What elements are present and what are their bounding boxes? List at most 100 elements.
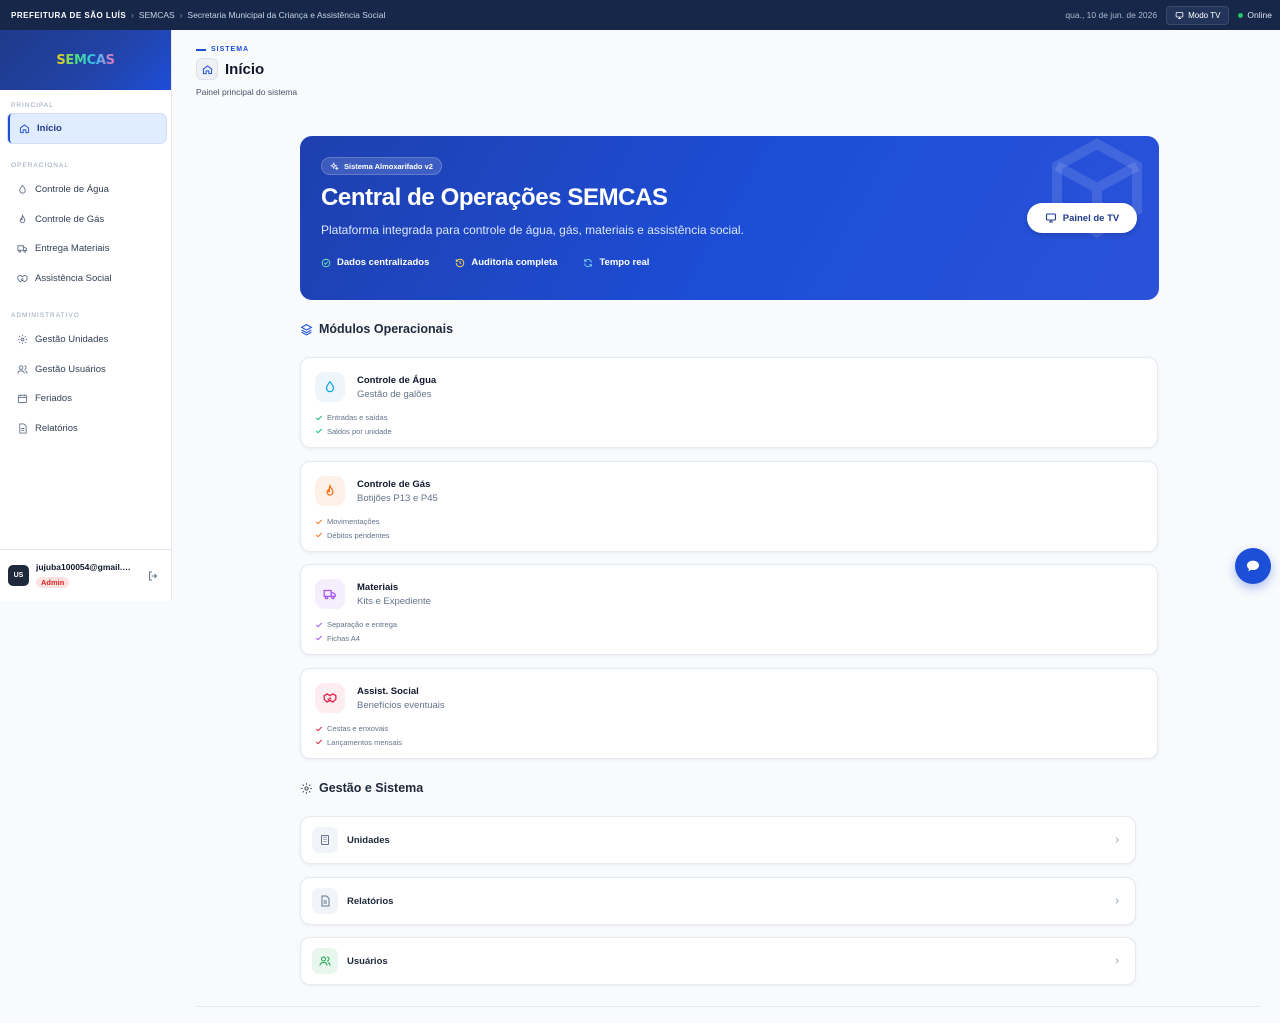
calendar-icon: [17, 394, 28, 404]
file-icon: [19, 423, 27, 434]
management-row-usuarios[interactable]: Usuários: [300, 937, 1136, 985]
module-subtitle: Kits e Expediente: [357, 596, 431, 607]
chat-button[interactable]: [1235, 548, 1271, 584]
truck-icon: [323, 589, 336, 600]
module-features: Entradas e saídas Saldos por unidade: [315, 411, 392, 438]
check-icon: [315, 519, 323, 525]
title-row: Início: [196, 58, 297, 80]
check-icon: [315, 532, 323, 538]
module-features: Movimentações Débitos pendentes: [315, 515, 390, 542]
module-feature: Separação e entrega: [315, 618, 397, 632]
feature-auditoria-completa: Auditoria completa: [455, 257, 557, 268]
semcas-logo: SEMCAS: [56, 52, 115, 68]
sidebar-item-label: Início: [37, 123, 62, 134]
sidebar-item-label: Entrega Materiais: [35, 243, 110, 254]
modules-heading: Módulos Operacionais: [300, 322, 453, 336]
home-tile: [196, 58, 218, 80]
breadcrumb-org: PREFEITURA DE SÃO LUÍS: [11, 10, 127, 20]
module-title: Controle de Gás: [357, 479, 431, 490]
hero-banner: Sistema Almoxarifado v2 Central de Opera…: [300, 136, 1159, 300]
home-icon: [202, 64, 212, 74]
sidebar-item-entrega-materiais[interactable]: Entrega Materiais: [8, 234, 166, 263]
module-feature: Fichas A4: [315, 632, 397, 646]
feature-dados-centralizados: Dados centralizados: [321, 257, 429, 268]
breadcrumb-semcas[interactable]: SEMCAS: [139, 10, 175, 20]
module-feature-label: Separação e entrega: [327, 620, 398, 630]
sidebar-item-inicio[interactable]: Início: [8, 114, 166, 143]
decorative-cubes: [1052, 138, 1142, 238]
module-feature-label: Lançamentos mensais: [327, 737, 403, 747]
sidebar: SEMCAS PRINCIPAL Início OPERACIONAL Cont…: [0, 30, 172, 601]
truck-icon: [17, 245, 28, 253]
sidebar-item-relatorios[interactable]: Relatórios: [8, 414, 166, 443]
logout-icon[interactable]: [147, 570, 159, 582]
management-icon-tile: [312, 888, 338, 914]
chat-bubble-icon: [1247, 560, 1259, 572]
management-row-relatorios[interactable]: Relatórios: [300, 877, 1136, 925]
module-card-assist-social[interactable]: Assist. Social Benefícios eventuais Cest…: [300, 668, 1158, 759]
footer-divider: [196, 1006, 1260, 1007]
flame-icon: [326, 484, 334, 496]
module-card-materiais[interactable]: Materiais Kits e Expediente Separação e …: [300, 564, 1158, 655]
hero-features: Dados centralizados Auditoria completa T…: [321, 257, 649, 268]
droplet-icon: [325, 380, 335, 393]
logo-banner[interactable]: SEMCAS: [0, 30, 171, 90]
module-subtitle: Botijões P13 e P45: [357, 493, 438, 504]
module-title: Assist. Social: [357, 686, 419, 697]
sidebar-item-assistencia-social[interactable]: Assistência Social: [8, 264, 166, 293]
home-icon: [19, 124, 30, 134]
chevron-right-icon: [1115, 958, 1119, 964]
module-icon-tile: [315, 476, 345, 506]
management-icon-tile: [312, 948, 338, 974]
feature-tempo-real: Tempo real: [583, 257, 649, 268]
management-label: Unidades: [347, 834, 390, 846]
check-icon: [315, 726, 323, 732]
sidebar-item-controle-gas[interactable]: Controle de Gás: [8, 205, 166, 234]
file-icon: [321, 895, 330, 907]
feature-label: Tempo real: [599, 257, 650, 268]
module-feature: Entradas e saídas: [315, 411, 392, 425]
sidebar-item-label: Controle de Gás: [35, 214, 105, 225]
sidebar-item-controle-agua[interactable]: Controle de Água: [8, 175, 166, 204]
module-feature-label: Cestas e enxovais: [327, 724, 389, 734]
history-icon: [456, 258, 465, 267]
tv-mode-button[interactable]: Modo TV: [1166, 5, 1230, 25]
avatar[interactable]: US: [8, 565, 29, 586]
module-feature: Saldos por unidade: [315, 425, 392, 439]
tv-panel-label: Painel de TV: [1062, 212, 1120, 224]
user-panel: US jujuba100054@gmail.com Admin: [0, 549, 171, 601]
handshake-icon: [323, 693, 337, 703]
online-status: Online: [1238, 10, 1272, 20]
check-icon: [315, 428, 323, 434]
gear-icon: [301, 782, 312, 794]
module-feature-label: Movimentações: [327, 517, 380, 527]
sidebar-item-gestao-unidades[interactable]: Gestão Unidades: [8, 325, 166, 354]
tv-mode-label: Modo TV: [1188, 10, 1221, 20]
nav-section-principal: PRINCIPAL: [11, 102, 54, 109]
building-icon: [321, 835, 329, 845]
system-version-pill: Sistema Almoxarifado v2: [321, 157, 442, 175]
module-card-agua[interactable]: Controle de Água Gestão de galões Entrad…: [300, 357, 1158, 448]
sidebar-item-feriados[interactable]: Feriados: [8, 384, 166, 413]
module-icon-tile: [315, 372, 345, 402]
breadcrumb-separator: ›: [179, 10, 183, 20]
modules-heading-label: Módulos Operacionais: [319, 322, 454, 336]
management-row-unidades[interactable]: Unidades: [300, 816, 1136, 864]
hero-title: Central de Operações SEMCAS: [321, 184, 668, 211]
check-icon: [315, 739, 323, 745]
breadcrumb-secretaria: Secretaria Municipal da Criança e Assist…: [187, 10, 386, 20]
feature-label: Dados centralizados: [337, 257, 430, 268]
module-icon-tile: [315, 683, 345, 713]
feature-label: Auditoria completa: [471, 257, 558, 268]
management-label: Usuários: [347, 955, 388, 967]
breadcrumb-separator: ›: [131, 10, 134, 20]
module-features: Separação e entrega Fichas A4: [315, 618, 397, 645]
chevron-right-icon: [1115, 837, 1119, 843]
sidebar-item-gestao-usuarios[interactable]: Gestão Usuários: [8, 355, 166, 384]
monitor-icon: [1175, 11, 1184, 19]
module-title: Materiais: [357, 582, 399, 593]
check-icon: [315, 415, 323, 421]
role-badge: Admin: [36, 576, 70, 588]
module-card-gas[interactable]: Controle de Gás Botijões P13 e P45 Movim…: [300, 461, 1158, 552]
tv-panel-button[interactable]: Painel de TV: [1027, 203, 1137, 233]
